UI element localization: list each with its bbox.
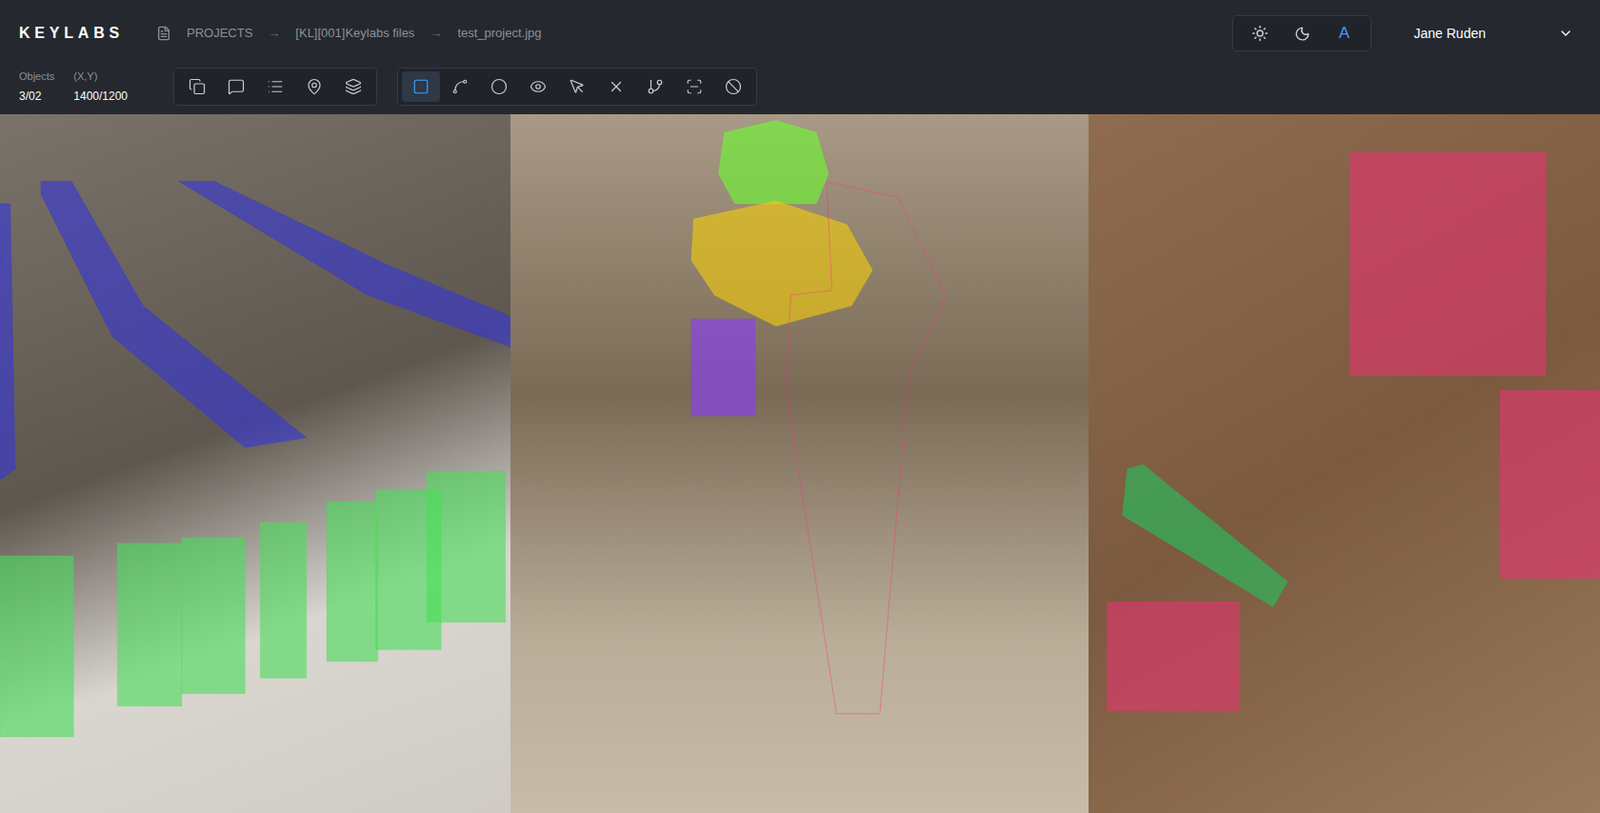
- image-panel[interactable]: [1088, 114, 1600, 813]
- close-icon: [607, 78, 625, 96]
- tool-button[interactable]: [217, 71, 256, 102]
- theme-switch: A: [1232, 15, 1372, 52]
- user-menu[interactable]: Jane Ruden: [1413, 23, 1581, 44]
- annotation-shape[interactable]: [1106, 601, 1240, 712]
- tool-button[interactable]: [519, 71, 558, 102]
- list-icon: [266, 78, 284, 96]
- breadcrumbs: PROJECTS → [KL][001]Keylabs files → test_pro…: [156, 23, 542, 43]
- annotation-shape[interactable]: [785, 181, 946, 715]
- pointer-icon: [568, 78, 586, 96]
- tool-button[interactable]: [558, 71, 597, 102]
- tool-button[interactable]: [178, 71, 217, 102]
- annotation-layer: [510, 114, 1089, 813]
- tool-button[interactable]: [401, 71, 440, 102]
- app: KEYLABS PROJECTS → [KL][001]Keylabs files → t…: [0, 0, 1600, 813]
- top-bar: KEYLABS PROJECTS → [KL][001]Keylabs files → t…: [0, 0, 1600, 67]
- annotation-shape[interactable]: [0, 203, 16, 480]
- annotation-layer: [0, 114, 511, 813]
- tool-button[interactable]: [675, 71, 714, 102]
- annotation-shape[interactable]: [691, 200, 873, 326]
- box-icon: [412, 78, 430, 96]
- annotation-shape[interactable]: [1121, 464, 1287, 608]
- moon-icon: [1294, 25, 1311, 42]
- tool-button[interactable]: [597, 71, 636, 102]
- annotation-shape[interactable]: [179, 180, 511, 347]
- theme-option[interactable]: A: [1324, 19, 1363, 48]
- project-icon: [156, 25, 172, 41]
- theme-option[interactable]: [1240, 19, 1280, 48]
- breadcrumb-separator: →: [429, 23, 442, 43]
- annotation-shape[interactable]: [691, 319, 756, 417]
- tool-group: [173, 67, 378, 106]
- copy-icon: [188, 78, 206, 96]
- scan-icon: [685, 78, 703, 96]
- tool-button[interactable]: [714, 71, 753, 102]
- annotation-shape[interactable]: [326, 501, 379, 661]
- image-panel[interactable]: [0, 114, 511, 813]
- annotation-shape[interactable]: [719, 120, 829, 204]
- canvas: [0, 114, 1600, 813]
- tool-button[interactable]: [334, 71, 373, 102]
- annotation-shape[interactable]: [117, 543, 182, 707]
- annotation-shape[interactable]: [181, 538, 245, 695]
- ban-icon: [724, 78, 742, 96]
- breadcrumb-separator: →: [267, 23, 280, 43]
- tool-button[interactable]: [480, 71, 519, 102]
- annotation-shape[interactable]: [1349, 152, 1546, 376]
- comment-icon: [227, 78, 245, 96]
- stat: Objects3/02: [19, 68, 55, 105]
- annotation-shape[interactable]: [426, 471, 506, 623]
- theme-option[interactable]: [1282, 19, 1321, 48]
- tool-button[interactable]: [636, 71, 675, 102]
- layers-icon: [344, 78, 362, 96]
- points-icon: [451, 78, 469, 96]
- annotation-layer: [1088, 114, 1600, 813]
- logo[interactable]: KEYLABS: [19, 21, 153, 45]
- sun-icon: [1251, 24, 1269, 42]
- header: KEYLABS PROJECTS → [KL][001]Keylabs files → t…: [0, 0, 1600, 115]
- chevron-down-icon: [1558, 25, 1574, 41]
- tool-button[interactable]: [295, 71, 334, 102]
- image-panel[interactable]: [510, 114, 1089, 813]
- breadcrumb-item[interactable]: test_project.jpg: [457, 23, 541, 43]
- annotation-shape[interactable]: [260, 522, 306, 680]
- eye-icon: [529, 78, 547, 96]
- stat: (X,Y)1400/1200: [73, 68, 128, 105]
- circle-icon: [490, 78, 508, 96]
- annotation-shape[interactable]: [0, 556, 74, 738]
- breadcrumb-item[interactable]: [KL][001]Keylabs files: [295, 23, 415, 43]
- tool-group: [397, 67, 758, 106]
- pin-icon: [305, 78, 323, 96]
- breadcrumb-item[interactable]: PROJECTS: [186, 23, 253, 43]
- tree-icon: [646, 78, 664, 96]
- tool-button[interactable]: [256, 71, 295, 102]
- tool-bar: Objects3/02 (X,Y)1400/1200: [0, 66, 1600, 115]
- tool-button[interactable]: [440, 71, 480, 102]
- annotation-shape[interactable]: [1500, 390, 1600, 579]
